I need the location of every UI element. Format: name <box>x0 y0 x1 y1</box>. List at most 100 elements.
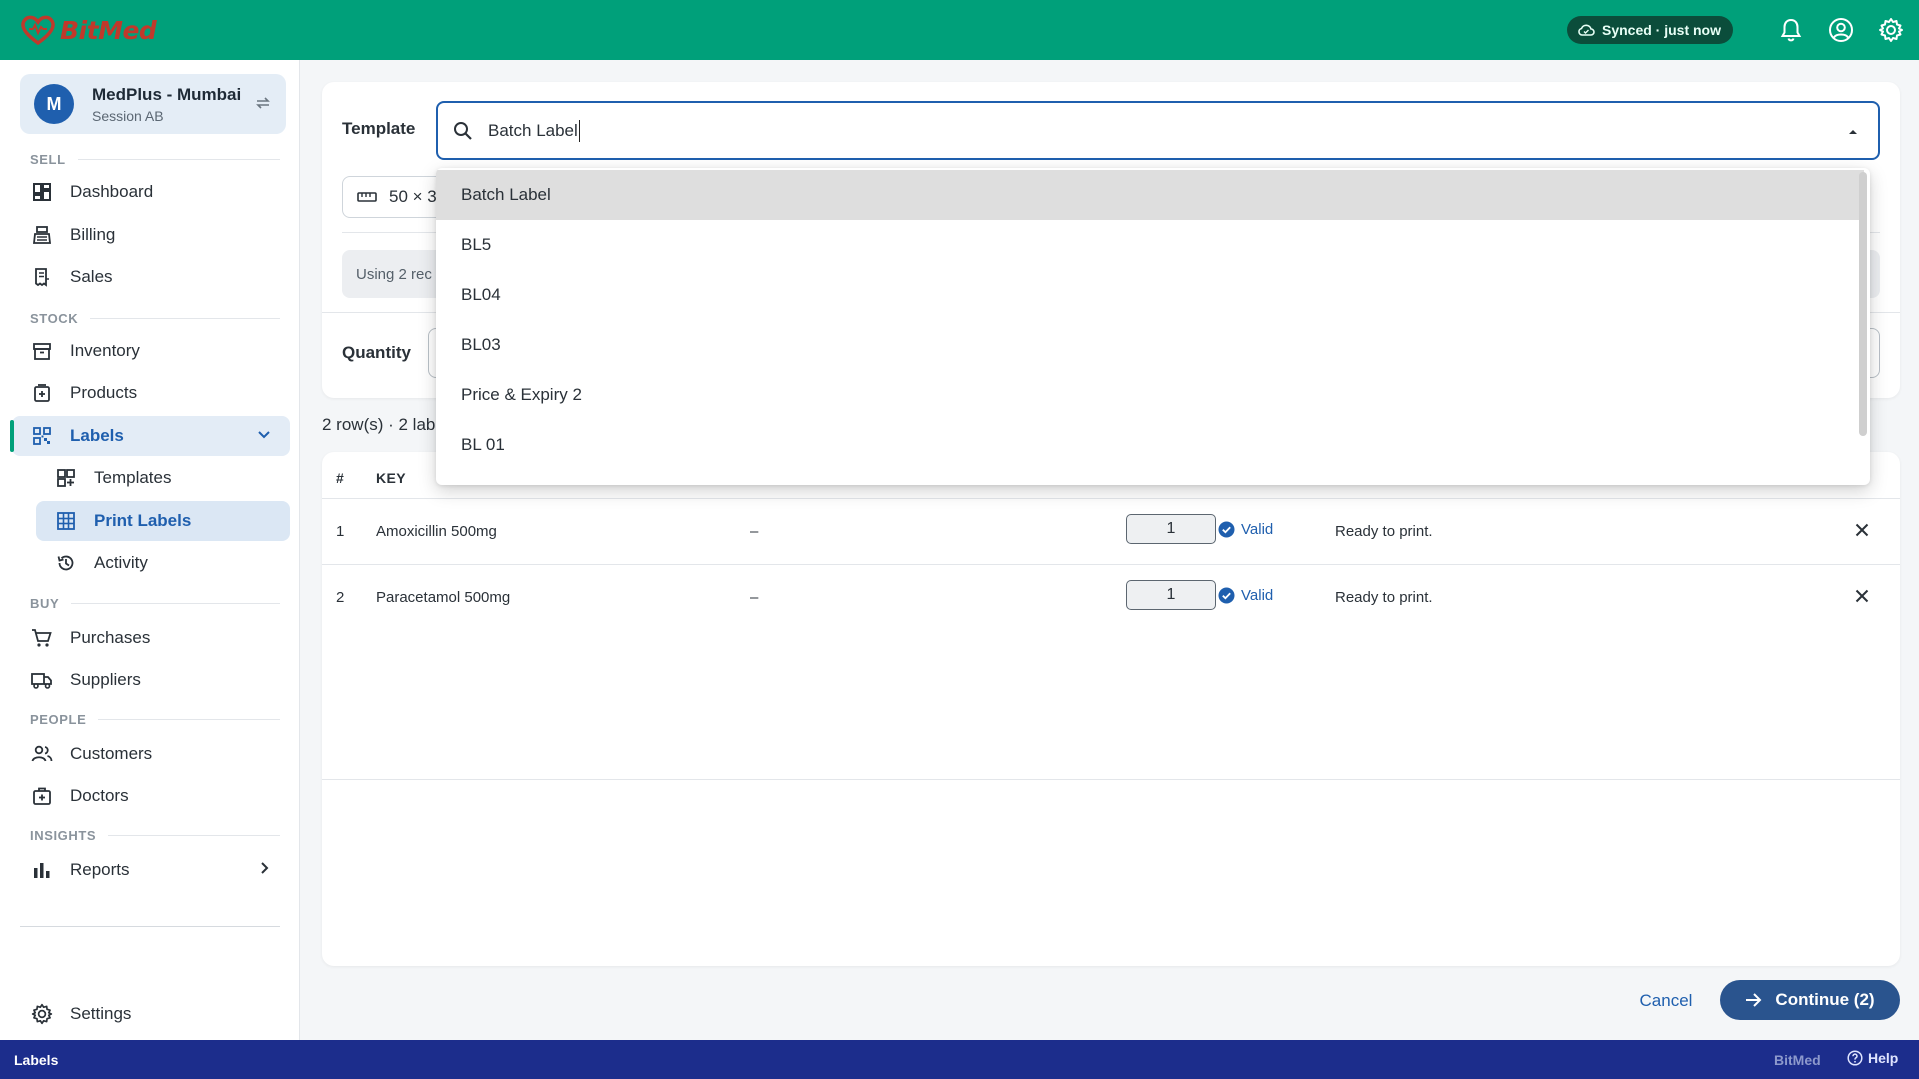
caret-up-icon[interactable] <box>1846 125 1860 139</box>
status-bar: Labels BitMed Help <box>0 1040 1919 1079</box>
settings-button[interactable] <box>1877 16 1905 44</box>
top-bar: BitMed Synced · just now <box>0 0 1919 60</box>
sidebar-item-customers[interactable]: Customers <box>12 734 290 774</box>
brand-name: BitMed <box>1774 1052 1821 1068</box>
table-divider <box>322 779 1900 780</box>
sidebar-item-inventory[interactable]: Inventory <box>12 331 290 371</box>
medicine-box-icon <box>34 384 50 402</box>
store-switcher[interactable]: M MedPlus - Mumbai Session AB <box>20 74 286 134</box>
sidebar-item-print-labels[interactable]: Print Labels <box>36 501 290 541</box>
row-number: 2 <box>336 589 345 606</box>
notifications-button[interactable] <box>1777 16 1805 44</box>
sidebar-item-labels[interactable]: Labels <box>10 416 290 456</box>
chevron-right-icon <box>261 862 269 874</box>
search-icon <box>454 121 472 140</box>
validity-badge: Valid <box>1218 521 1273 538</box>
sidebar-item-label: Reports <box>70 860 130 879</box>
section-stock: STOCK <box>30 311 280 326</box>
batch-value: – <box>750 523 759 540</box>
product-name: Amoxicillin 500mg <box>376 523 497 540</box>
dropdown-scrollbar[interactable] <box>1859 172 1867 436</box>
sidebar-item-label: Settings <box>70 1004 132 1023</box>
account-circle-icon <box>1829 18 1853 42</box>
qr-code-icon <box>33 427 51 445</box>
account-button[interactable] <box>1827 16 1855 44</box>
sidebar-item-billing[interactable]: Billing <box>12 215 290 255</box>
store-name: MedPlus - Mumbai <box>92 84 242 104</box>
bell-icon <box>1780 18 1802 42</box>
sidebar-item-templates[interactable]: Templates <box>12 458 290 498</box>
template-option[interactable]: BL04 <box>436 270 1864 320</box>
sidebar-item-label: Doctors <box>70 786 129 805</box>
sidebar-item-label: Billing <box>70 225 116 244</box>
dashboard-icon <box>33 183 51 201</box>
label-size-text: 50 × 3 <box>389 187 437 206</box>
sidebar-item-dashboard[interactable]: Dashboard <box>12 172 290 212</box>
row-status: Ready to print. <box>1335 589 1433 606</box>
history-icon <box>57 555 74 571</box>
ruler-icon <box>357 192 377 202</box>
cloud-sync-icon <box>1578 24 1595 36</box>
app-logo[interactable]: BitMed <box>20 15 157 45</box>
sidebar-item-settings[interactable]: Settings <box>12 994 290 1034</box>
cancel-button[interactable]: Cancel <box>1620 982 1712 1020</box>
text-caret <box>578 119 581 142</box>
sidebar-item-label: Labels <box>70 426 124 445</box>
sidebar-item-activity[interactable]: Activity <box>12 543 290 583</box>
sidebar-divider <box>20 926 280 927</box>
sidebar-item-label: Purchases <box>70 628 151 647</box>
continue-button[interactable]: Continue (2) <box>1720 980 1900 1020</box>
sidebar-item-sales[interactable]: Sales <box>12 257 290 297</box>
rows-summary: 2 row(s) · 2 lab <box>322 415 436 434</box>
store-avatar: M <box>34 84 74 124</box>
row-quantity-input[interactable]: 1 <box>1126 580 1216 610</box>
product-name: Paracetamol 500mg <box>376 589 511 606</box>
quantity-label: Quantity <box>342 343 411 362</box>
sidebar-item-purchases[interactable]: Purchases <box>12 618 290 658</box>
sidebar-item-label: Dashboard <box>70 182 154 201</box>
help-link[interactable]: Help <box>1847 1050 1898 1066</box>
template-option[interactable]: BL5 <box>436 220 1864 270</box>
template-option[interactable]: Price & Expiry 2 <box>436 370 1864 420</box>
current-page-name: Labels <box>14 1052 59 1068</box>
remove-row-close-icon[interactable] <box>1852 520 1872 540</box>
check-circle-icon <box>1218 587 1235 604</box>
truck-icon <box>31 673 52 689</box>
table-row: 2 Paracetamol 500mg – 1 Valid Ready to p… <box>322 564 1900 630</box>
app-name: BitMed <box>60 15 157 45</box>
row-number: 1 <box>336 523 345 540</box>
sidebar-item-suppliers[interactable]: Suppliers <box>12 660 290 700</box>
chevron-down-icon <box>258 431 270 439</box>
sidebar-item-products[interactable]: Products <box>12 373 290 413</box>
check-circle-icon <box>1218 521 1235 538</box>
template-option[interactable]: Batch Label <box>436 170 1864 220</box>
template-option[interactable]: BL 01 <box>436 420 1864 470</box>
sidebar-item-label: Templates <box>94 468 172 487</box>
sidebar-item-doctors[interactable]: Doctors <box>12 776 290 816</box>
sidebar-item-label: Products <box>70 383 138 402</box>
table-row: 1 Amoxicillin 500mg – 1 Valid Ready to p… <box>322 498 1900 564</box>
remove-row-close-icon[interactable] <box>1852 586 1872 606</box>
validity-badge: Valid <box>1218 587 1273 604</box>
template-label: Template <box>342 119 416 138</box>
template-option[interactable]: BL03 <box>436 320 1864 370</box>
cart-icon <box>32 629 52 647</box>
sidebar-item-label: Inventory <box>70 341 140 360</box>
template-input-value: Batch Label <box>488 120 578 140</box>
template-grid-icon <box>57 469 75 487</box>
table-grid-icon <box>57 512 75 530</box>
sync-status-badge[interactable]: Synced · just now <box>1566 16 1733 44</box>
section-sell: SELL <box>30 152 280 167</box>
sidebar-item-label: Activity <box>94 553 148 572</box>
template-dropdown-list: Batch Label BL5 BL04 BL03 Price & Expiry… <box>436 168 1870 485</box>
row-quantity-input[interactable]: 1 <box>1126 514 1216 544</box>
swap-icon <box>256 97 270 109</box>
help-circle-icon <box>1847 1050 1863 1066</box>
template-search-input[interactable]: Batch Label <box>436 101 1880 160</box>
inventory-box-icon <box>33 343 51 360</box>
section-people: PEOPLE <box>30 712 280 727</box>
sidebar-item-reports[interactable]: Reports <box>12 850 290 890</box>
gear-icon <box>1879 18 1903 42</box>
arrow-right-icon <box>1746 993 1762 1007</box>
sync-status-text: Synced · just now <box>1601 22 1721 38</box>
